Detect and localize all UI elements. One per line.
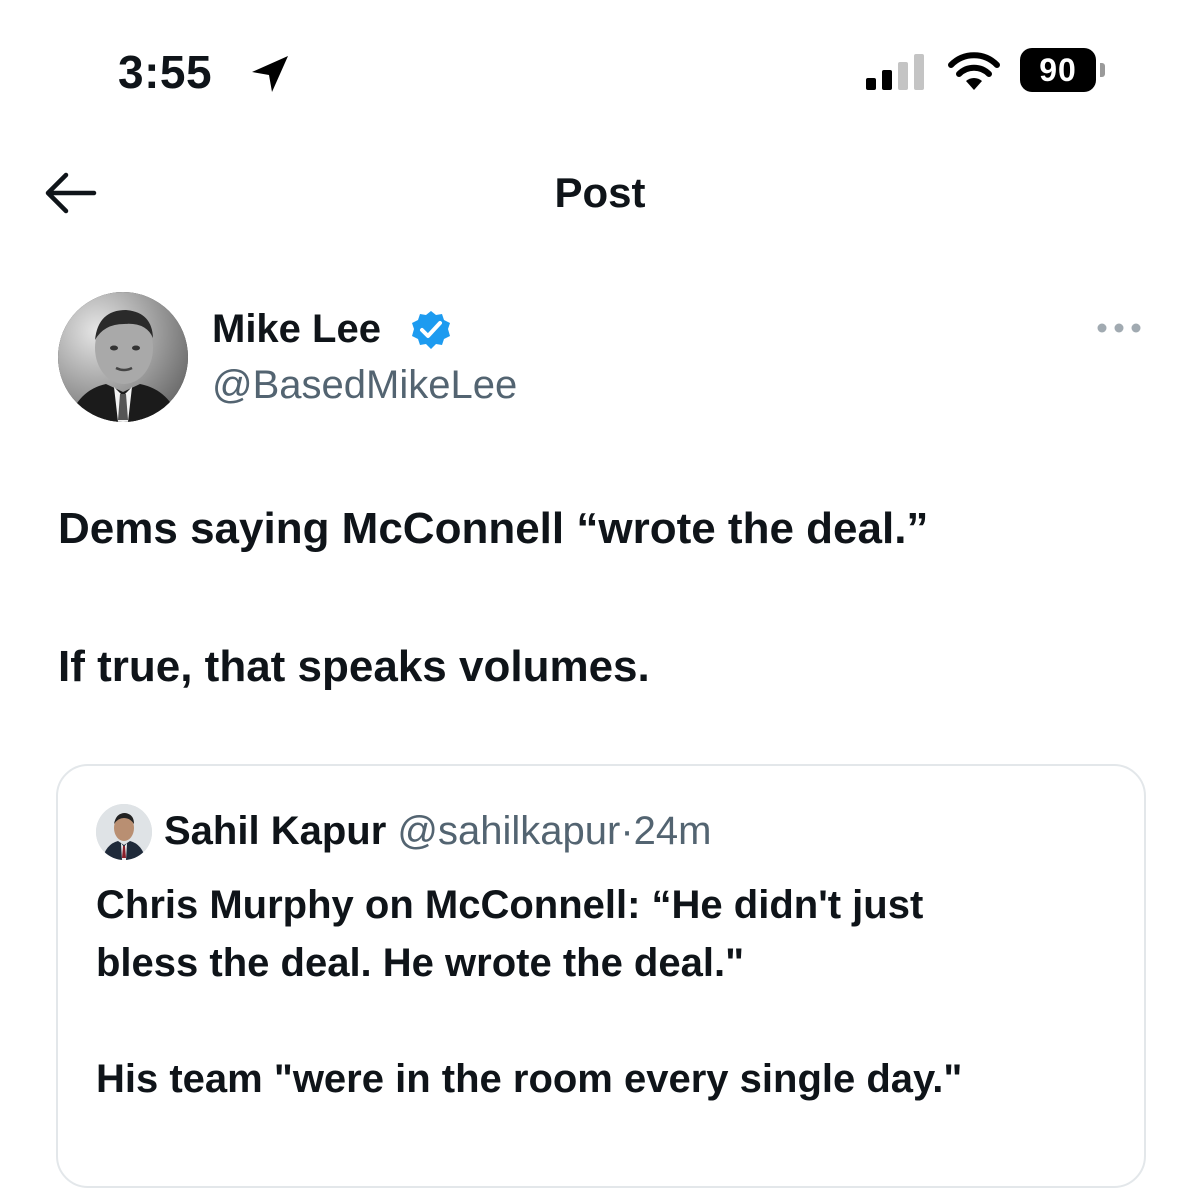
quoted-author-handle[interactable]: @sahilkapur	[397, 809, 620, 853]
status-time: 3:55	[118, 46, 213, 98]
battery-icon: 90	[1020, 48, 1106, 92]
separator-dot: ·	[620, 809, 634, 853]
author-name[interactable]: Mike Lee	[212, 304, 381, 354]
post-text-line: Dems saying McConnell “wrote the deal.”	[58, 504, 929, 553]
wifi-icon	[948, 52, 1000, 90]
quoted-text-line: His team "were in the room every single …	[96, 1057, 963, 1101]
quoted-text-line: Chris Murphy on McConnell: “He didn't ju…	[96, 883, 924, 927]
battery-level: 90	[1020, 48, 1096, 92]
more-options-icon[interactable]	[1096, 318, 1142, 338]
quoted-author-avatar	[96, 804, 152, 860]
quoted-post-header: Sahil Kapur @sahilkapur·24m	[164, 806, 711, 856]
quoted-text-line: bless the deal. He wrote the deal."	[96, 941, 745, 985]
author-avatar[interactable]	[58, 292, 188, 422]
page-title: Post	[554, 169, 646, 216]
location-arrow-icon	[252, 56, 288, 92]
quoted-author-name[interactable]: Sahil Kapur	[164, 809, 386, 853]
verified-badge-icon	[412, 311, 450, 349]
post-text-line: If true, that speaks volumes.	[58, 642, 650, 691]
author-handle[interactable]: @BasedMikeLee	[212, 360, 517, 410]
quoted-post-time: 24m	[633, 809, 712, 853]
cellular-signal-icon	[866, 54, 924, 90]
